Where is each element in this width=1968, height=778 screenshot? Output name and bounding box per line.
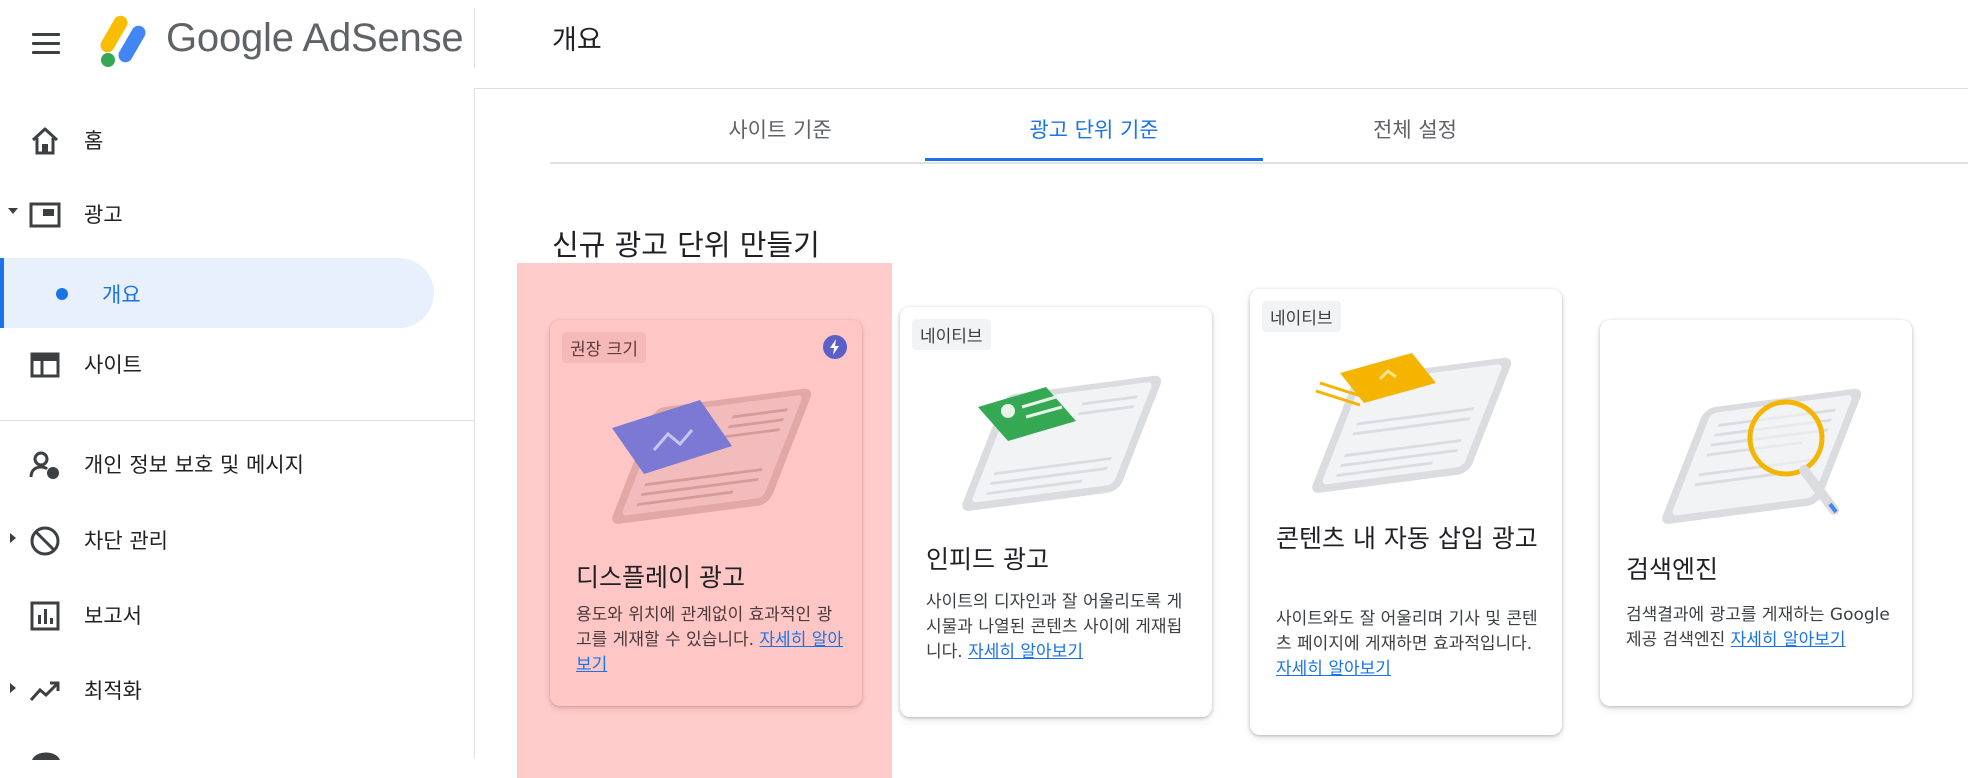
sidebar-item-reports[interactable]: 보고서 — [0, 579, 436, 649]
sidebar-divider — [0, 420, 474, 421]
chevron-right-icon[interactable] — [10, 533, 16, 543]
tab-bar: 사이트 기준 광고 단위 기준 전체 설정 — [550, 100, 1968, 164]
sidebar-item-label: 보고서 — [84, 604, 142, 628]
in-feed-ads-card[interactable]: 네이티브 인피드 광고 사이트의 디자인과 잘 어울리도록 게시물과 나열된 콘… — [900, 307, 1212, 717]
sidebar-item-ads[interactable]: 광고 — [0, 178, 436, 248]
ads-icon — [29, 202, 61, 228]
optimization-icon — [29, 681, 60, 702]
sidebar-item-label: 최적화 — [84, 679, 142, 703]
card-description-text: 사이트와도 잘 어울리며 기사 및 콘텐츠 페이지에 게재하면 효과적입니다. — [1276, 609, 1538, 655]
tab-by-ad-unit[interactable]: 광고 단위 기준 — [925, 114, 1263, 144]
native-chip: 네이티브 — [912, 319, 991, 350]
in-article-ad-illustration — [1312, 353, 1512, 493]
display-ad-illustration — [612, 388, 812, 524]
card-description: 용도와 위치에 관계없이 효과적인 광고를 게재할 수 있습니다. 자세히 알아… — [576, 603, 846, 678]
card-title: 인피드 광고 — [926, 545, 1049, 574]
tab-by-site[interactable]: 사이트 기준 — [700, 114, 860, 144]
native-chip: 네이티브 — [1262, 301, 1341, 332]
menu-icon-bar — [32, 42, 60, 45]
menu-icon-bar — [32, 51, 60, 54]
sidebar-item-optimization[interactable]: 최적화 — [0, 654, 436, 724]
card-title: 검색엔진 — [1626, 555, 1719, 584]
card-title: 콘텐츠 내 자동 삽입 광고 — [1276, 524, 1538, 553]
tab-global-settings[interactable]: 전체 설정 — [1330, 114, 1500, 144]
sidebar: 홈 광고 개요 사이트 개인 정보 보호 및 메시지 차단 관리 보고서 최적화 — [0, 88, 475, 760]
page-title: 개요 — [552, 25, 602, 56]
sidebar-item-overview[interactable]: 개요 — [0, 258, 434, 328]
sidebar-item-label: 개인 정보 보호 및 메시지 — [84, 453, 304, 477]
adsense-logo-icon — [100, 15, 146, 67]
brand-name: Google AdSense — [166, 16, 464, 60]
in-feed-ad-illustration — [962, 375, 1162, 511]
learn-more-link[interactable]: 자세히 알아보기 — [968, 642, 1083, 662]
recommended-size-chip: 권장 크기 — [562, 332, 646, 363]
partially-hidden-icon — [32, 752, 60, 760]
menu-icon — [32, 33, 60, 36]
active-tab-indicator — [925, 158, 1263, 161]
sidebar-item-blocking-controls[interactable]: 차단 관리 — [0, 504, 436, 574]
dot-icon — [56, 288, 68, 300]
card-title: 디스플레이 광고 — [576, 563, 745, 592]
main-menu-button[interactable] — [28, 26, 64, 62]
card-description: 검색결과에 광고를 게재하는 Google 제공 검색엔진 자세히 알아보기 — [1626, 603, 1896, 653]
chevron-right-icon[interactable] — [10, 683, 16, 693]
sidebar-item-label: 차단 관리 — [84, 529, 168, 553]
learn-more-link[interactable]: 자세히 알아보기 — [1731, 630, 1846, 650]
section-title: 신규 광고 단위 만들기 — [552, 228, 820, 262]
sidebar-item-privacy-messaging[interactable]: 개인 정보 보호 및 메시지 — [0, 428, 436, 498]
card-description: 사이트와도 잘 어울리며 기사 및 콘텐츠 페이지에 게재하면 효과적입니다. … — [1276, 607, 1546, 682]
search-engine-illustration — [1662, 388, 1862, 524]
learn-more-link[interactable]: 자세히 알아보기 — [1276, 659, 1391, 679]
sidebar-item-label: 광고 — [84, 203, 123, 227]
chevron-down-icon[interactable] — [8, 208, 18, 214]
display-ads-card[interactable]: 권장 크기 디스플레이 광고 용도와 위치에 관계없이 효과적인 광고를 게재할… — [550, 320, 862, 706]
privacy-messaging-icon — [29, 451, 59, 479]
header-divider — [474, 8, 475, 68]
sidebar-item-label: 개요 — [102, 283, 141, 307]
sidebar-item-label: 사이트 — [84, 353, 142, 377]
home-icon — [31, 127, 59, 155]
card-description: 사이트의 디자인과 잘 어울리도록 게시물과 나열된 콘텐츠 사이에 게재됩니다… — [926, 590, 1196, 665]
sidebar-item-sites[interactable]: 사이트 — [0, 328, 436, 398]
in-article-ads-card[interactable]: 네이티브 콘텐츠 내 자동 삽입 광고 사이트와도 잘 어울리며 기사 및 콘텐… — [1250, 289, 1562, 735]
reports-icon — [30, 601, 60, 631]
top-app-bar: Google AdSense 개요 — [0, 0, 1968, 89]
sidebar-item-home[interactable]: 홈 — [0, 104, 436, 174]
block-icon — [30, 526, 60, 556]
lightning-bolt-icon — [823, 335, 847, 359]
sidebar-item-label: 홈 — [84, 129, 104, 153]
search-engine-card[interactable]: 검색엔진 검색결과에 광고를 게재하는 Google 제공 검색엔진 자세히 알… — [1600, 320, 1912, 706]
sites-icon — [30, 352, 60, 378]
